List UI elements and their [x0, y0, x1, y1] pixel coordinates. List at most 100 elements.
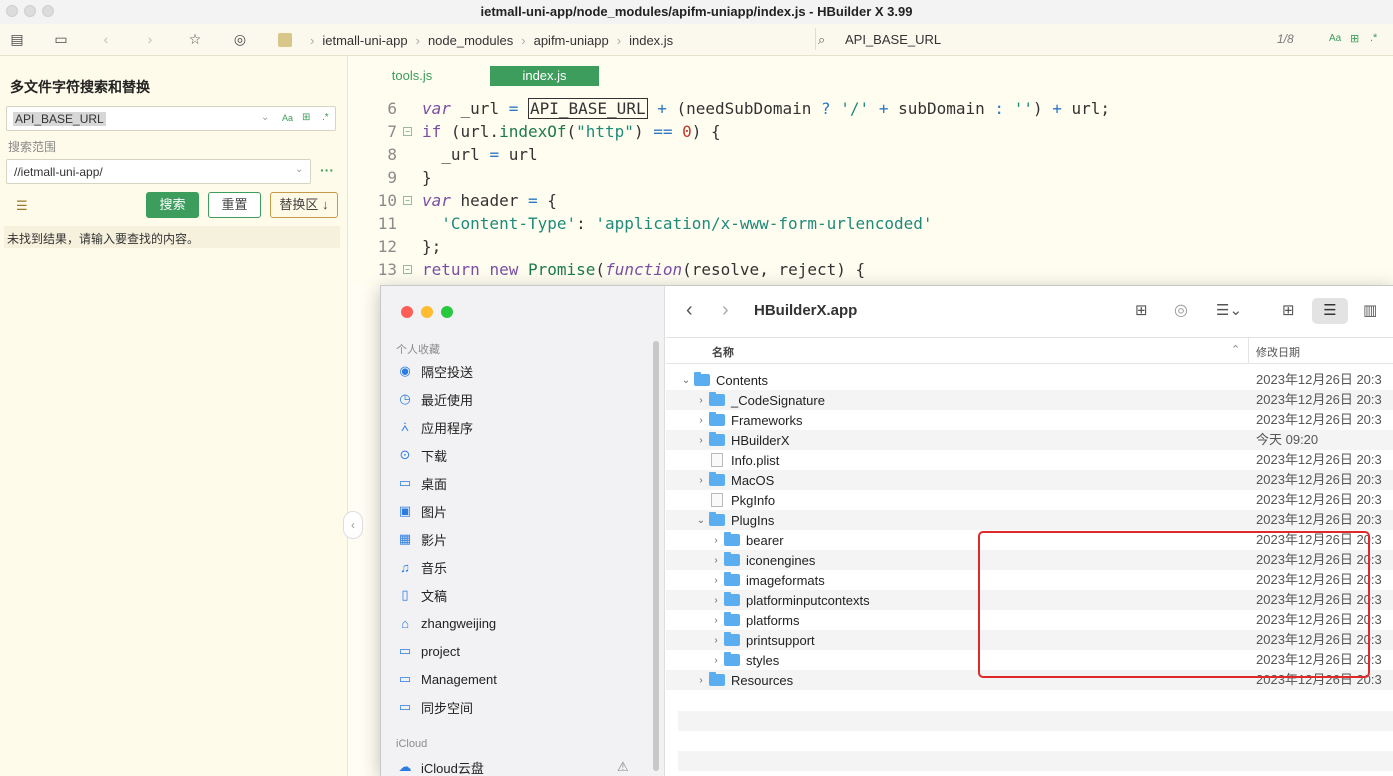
- minimize-window-button[interactable]: [24, 5, 36, 17]
- scope-input[interactable]: //ietmall-uni-app/ ⌄: [6, 159, 311, 184]
- sidebar-item-recents[interactable]: ◷ 最近使用: [397, 388, 473, 410]
- chevron-right-icon[interactable]: ›: [710, 635, 722, 646]
- sidebar-item-sync[interactable]: ▭ 同步空间: [397, 696, 473, 718]
- editor-toolbar: ▤ ▭ ‹ › ☆ ◎ › ietmall-uni-app › node_mod…: [0, 24, 1393, 56]
- minimize-window-button[interactable]: [421, 306, 433, 318]
- more-options-icon[interactable]: ···: [320, 162, 334, 178]
- zoom-window-button[interactable]: [42, 5, 54, 17]
- tab-tools-js[interactable]: tools.js: [379, 66, 445, 86]
- forward-icon[interactable]: ›: [722, 299, 729, 322]
- regex-icon[interactable]: .*: [1370, 32, 1377, 44]
- chevron-right-icon[interactable]: ›: [710, 575, 722, 586]
- folder-icon: [709, 432, 725, 446]
- file-list-row[interactable]: Info.plist 2023年12月26日 20:3: [666, 450, 1393, 470]
- finder-location-title: HBuilderX.app: [754, 302, 858, 319]
- new-folder-icon[interactable]: ⊞: [1135, 301, 1148, 319]
- file-list-row[interactable]: › _CodeSignature 2023年12月26日 20:3: [666, 390, 1393, 410]
- chevron-right-icon[interactable]: ›: [695, 435, 707, 446]
- file-list-row[interactable]: › HBuilderX 今天 09:20: [666, 430, 1393, 450]
- sidebar-item-management[interactable]: ▭ Management: [397, 668, 497, 690]
- regex-icon[interactable]: .*: [322, 112, 329, 123]
- sidebar-item-documents[interactable]: ▯ 文稿: [397, 584, 447, 606]
- breadcrumb-item[interactable]: node_modules: [428, 33, 513, 48]
- airdrop-icon[interactable]: ◎: [1174, 300, 1188, 320]
- sidebar-item-pictures[interactable]: ▣ 图片: [397, 500, 447, 522]
- close-window-button[interactable]: [401, 306, 413, 318]
- sidebar-item-icloud-drive[interactable]: ☁ iCloud云盘: [397, 756, 484, 776]
- chevron-right-icon[interactable]: ›: [710, 555, 722, 566]
- whole-word-icon[interactable]: ⊞: [302, 112, 310, 123]
- file-list-row[interactable]: ⌄ Contents 2023年12月26日 20:3: [666, 370, 1393, 390]
- sidebar-item-applications[interactable]: ⩑ 应用程序: [397, 416, 473, 438]
- new-file-icon[interactable]: ▤: [8, 30, 26, 48]
- sidebar-item-music[interactable]: ♫ 音乐: [397, 556, 447, 578]
- search-options-icon[interactable]: ☰: [16, 198, 28, 214]
- match-case-icon[interactable]: Aa: [1329, 33, 1341, 44]
- collapse-panel-icon[interactable]: ‹: [343, 511, 363, 539]
- grid-view-icon[interactable]: ⊞: [1282, 301, 1295, 319]
- file-list-row[interactable]: ⌄ PlugIns 2023年12月26日 20:3: [666, 510, 1393, 530]
- chevron-down-icon[interactable]: ⌄: [261, 112, 269, 123]
- run-icon[interactable]: ◎: [231, 30, 249, 48]
- file-list-row[interactable]: › MacOS 2023年12月26日 20:3: [666, 470, 1393, 490]
- sidebar-item-desktop[interactable]: ▭ 桌面: [397, 472, 447, 494]
- breadcrumb-item[interactable]: index.js: [629, 33, 673, 48]
- star-icon[interactable]: ☆: [186, 30, 204, 48]
- replace-toggle-button[interactable]: 替换区 ↓: [270, 192, 338, 218]
- column-name-header[interactable]: 名称: [712, 344, 734, 360]
- chevron-right-icon[interactable]: ›: [695, 675, 707, 686]
- file-list-row[interactable]: › Frameworks 2023年12月26日 20:3: [666, 410, 1393, 430]
- zoom-window-button[interactable]: [441, 306, 453, 318]
- sidebar-item-home[interactable]: ⌂ zhangweijing: [397, 612, 496, 634]
- chevron-right-icon[interactable]: ›: [710, 655, 722, 666]
- arrow-down-icon: ↓: [318, 197, 329, 212]
- chevron-down-icon[interactable]: ⌄: [295, 164, 303, 175]
- chevron-right-icon[interactable]: ›: [695, 395, 707, 406]
- folder-icon: [694, 372, 710, 386]
- code-editor[interactable]: tools.js index.js 6 var _url = API_BASE_U…: [349, 56, 1393, 286]
- sidebar-item-movies[interactable]: ▦ 影片: [397, 528, 447, 550]
- back-icon[interactable]: ‹: [686, 299, 693, 322]
- column-header: 名称 ⌃ 修改日期: [666, 338, 1393, 364]
- file-list-row[interactable]: PkgInfo 2023年12月26日 20:3: [666, 490, 1393, 510]
- search-input[interactable]: API_BASE_URL ⌄ Aa ⊞ .*: [6, 106, 336, 131]
- chevron-right-icon[interactable]: ›: [710, 615, 722, 626]
- document-icon: ▯: [401, 587, 409, 602]
- editor-search-input[interactable]: API_BASE_URL: [845, 32, 941, 47]
- forward-icon[interactable]: ›: [141, 30, 159, 48]
- close-window-button[interactable]: [6, 5, 18, 17]
- column-view-icon[interactable]: ▥: [1363, 301, 1377, 319]
- sidebar-item-project[interactable]: ▭ project: [397, 640, 460, 662]
- file-icon: [711, 493, 723, 507]
- chevron-right-icon[interactable]: ›: [710, 535, 722, 546]
- match-case-icon[interactable]: Aa: [282, 113, 293, 123]
- fold-toggle-icon[interactable]: −: [403, 127, 412, 136]
- tab-index-js[interactable]: index.js: [490, 66, 599, 86]
- chevron-down-icon[interactable]: ⌄: [680, 375, 692, 386]
- sidebar-item-downloads[interactable]: ⊙ 下载: [397, 444, 447, 466]
- file-name: imageformats: [746, 572, 825, 588]
- save-icon[interactable]: ▭: [52, 30, 70, 48]
- fold-toggle-icon[interactable]: −: [403, 265, 412, 274]
- chevron-right-icon[interactable]: ›: [695, 475, 707, 486]
- search-button[interactable]: 搜索: [146, 192, 199, 218]
- whole-word-icon[interactable]: ⊞: [1350, 32, 1359, 45]
- sidebar-scrollbar[interactable]: [653, 341, 659, 771]
- sidebar-item-airdrop[interactable]: ◉ 隔空投送: [397, 360, 473, 382]
- group-menu-icon[interactable]: ☰⌄: [1216, 301, 1242, 319]
- chevron-down-icon[interactable]: ⌄: [695, 515, 707, 526]
- highlight-box: [978, 531, 1370, 678]
- file-name: Frameworks: [731, 412, 803, 428]
- breadcrumb-item[interactable]: ietmall-uni-app: [322, 33, 407, 48]
- music-icon: ♫: [400, 559, 410, 575]
- list-view-icon[interactable]: ☰: [1312, 298, 1348, 324]
- code-line: 10− var header = {: [377, 191, 557, 210]
- chevron-right-icon[interactable]: ›: [695, 415, 707, 426]
- breadcrumb-item[interactable]: apifm-uniapp: [534, 33, 609, 48]
- reset-button[interactable]: 重置: [208, 192, 261, 218]
- chevron-right-icon[interactable]: ›: [710, 595, 722, 606]
- back-icon[interactable]: ‹: [97, 30, 115, 48]
- file-name: printsupport: [746, 632, 815, 648]
- fold-toggle-icon[interactable]: −: [403, 196, 412, 205]
- column-date-header[interactable]: 修改日期: [1256, 344, 1300, 360]
